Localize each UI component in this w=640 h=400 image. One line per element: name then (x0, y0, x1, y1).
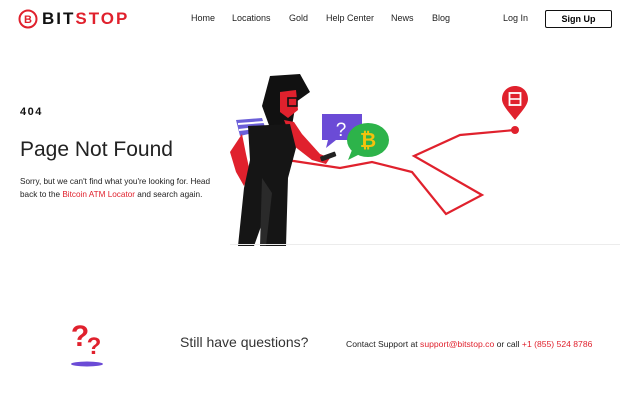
svg-text:?: ? (336, 120, 347, 141)
bitcoin-atm-locator-link[interactable]: Bitcoin ATM Locator (62, 190, 135, 199)
contact-support: Contact Support at support@bitstop.co or… (346, 339, 592, 349)
bitcoin-bubble-icon: ₿ (347, 123, 389, 160)
location-pin-icon (502, 86, 528, 120)
person-figure (230, 74, 337, 246)
svg-text:?: ? (87, 333, 102, 360)
nav-gold[interactable]: Gold (289, 13, 308, 23)
error-message-text-end: and search again. (135, 190, 203, 199)
page-title: Page Not Found (20, 138, 173, 161)
nav-help-center[interactable]: Help Center (326, 13, 374, 23)
contact-or-call: or call (494, 339, 522, 349)
logo-text: BITSTOP (42, 9, 130, 28)
nav-news[interactable]: News (391, 13, 414, 23)
lost-person-illustration: ? ₿ (230, 74, 528, 246)
error-message: Sorry, but we can't find what you're loo… (20, 175, 220, 201)
svg-text:B: B (24, 14, 32, 26)
error-code: 404 (20, 106, 43, 118)
bitstop-logo[interactable]: B BITSTOP (18, 8, 129, 30)
login-link[interactable]: Log In (503, 13, 528, 23)
support-phone-link[interactable]: +1 (855) 524 8786 (522, 339, 592, 349)
question-marks-icon: ? ? (71, 320, 103, 367)
nav-home[interactable]: Home (191, 13, 215, 23)
nav-blog[interactable]: Blog (432, 13, 450, 23)
contact-prefix: Contact Support at (346, 339, 421, 349)
still-have-questions: Still have questions? (180, 334, 309, 350)
svg-text:₿: ₿ (360, 130, 376, 152)
signup-button[interactable]: Sign Up (545, 10, 612, 28)
support-email-link[interactable]: support@bitstop.co (420, 339, 494, 349)
bitstop-logo-icon: B (18, 9, 38, 29)
nav-locations[interactable]: Locations (232, 13, 271, 23)
section-divider (230, 244, 620, 245)
